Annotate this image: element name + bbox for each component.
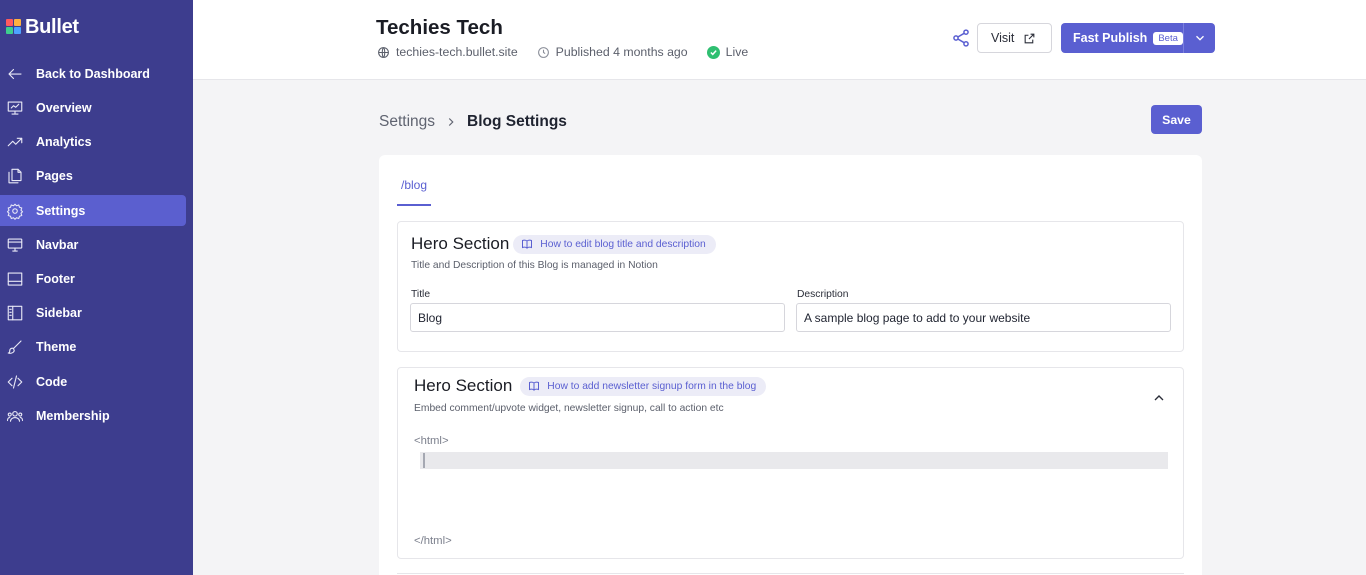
chevron-right-icon: [444, 115, 458, 129]
sidebar-item-label: Code: [36, 374, 68, 389]
sidebar-item-theme[interactable]: Theme: [0, 331, 186, 362]
sidebar: Bullet Back to Dashboard Overview Analyt…: [0, 0, 193, 575]
monitor-icon: [6, 236, 24, 254]
embed-section-title: Hero Section: [414, 376, 513, 395]
book-icon: [522, 239, 533, 249]
bullet-logo[interactable]: Bullet: [6, 16, 79, 38]
users-icon: [6, 407, 24, 425]
help-link-blog-title[interactable]: How to edit blog title and description: [513, 234, 716, 254]
external-link-icon: [1025, 33, 1035, 43]
help-link-label: How to edit blog title and description: [540, 238, 706, 250]
help-link-label: How to add newsletter signup form in the…: [547, 380, 757, 392]
beta-badge: Beta: [1153, 31, 1183, 45]
logo-text: Bullet: [25, 15, 79, 38]
arrow-left-icon: [6, 65, 24, 83]
sidebar-item-back-to-dashboard[interactable]: Back to Dashboard: [0, 58, 186, 89]
sidebar-item-label: Sidebar: [36, 305, 82, 320]
blog-settings-card: /blog Hero Section How to edit blog titl…: [379, 155, 1202, 575]
status-text: Live: [725, 45, 749, 59]
share-button[interactable]: [951, 28, 971, 48]
sidebar-item-label: Settings: [36, 203, 86, 218]
hero-section-header: Hero Section How to edit blog title and …: [411, 234, 716, 254]
clock-icon: [537, 46, 549, 58]
code-close-tag: </html>: [414, 535, 452, 547]
published-text: Published 4 months ago: [555, 45, 688, 59]
top-header: Techies Tech techies-tech.bullet.site Pu…: [193, 0, 1366, 80]
sidebar-item-membership[interactable]: Membership: [0, 400, 186, 431]
save-button[interactable]: Save: [1151, 105, 1202, 134]
breadcrumb-settings[interactable]: Settings: [379, 113, 435, 131]
status-badge: Live: [706, 45, 749, 59]
domain-text: techies-tech.bullet.site: [396, 45, 518, 59]
sidebar-item-label: Analytics: [36, 134, 92, 149]
visit-label: Visit: [991, 31, 1015, 45]
help-link-newsletter[interactable]: How to add newsletter signup form in the…: [520, 376, 767, 396]
footer-icon: [6, 270, 24, 288]
embed-section-subtitle: Embed comment/upvote widget, newsletter …: [414, 403, 724, 414]
site-title: Techies Tech: [376, 16, 503, 39]
publish-dropdown-toggle[interactable]: [1183, 23, 1215, 53]
hero-section-title: Hero Section: [411, 234, 510, 253]
sidebar-item-sidebar[interactable]: Sidebar: [0, 297, 186, 328]
trend-up-icon: [6, 133, 24, 151]
site-domain[interactable]: techies-tech.bullet.site: [377, 45, 518, 59]
sidebar-item-code[interactable]: Code: [0, 366, 186, 397]
hero-section-card: Hero Section How to edit blog title and …: [397, 221, 1184, 352]
sidebar-item-footer[interactable]: Footer: [0, 263, 186, 294]
sidebar-item-label: Pages: [36, 168, 73, 183]
check-circle-icon: [706, 45, 720, 59]
logo-mark-icon: [6, 19, 22, 35]
sidebar-item-navbar[interactable]: Navbar: [0, 229, 186, 260]
sidebar-item-analytics[interactable]: Analytics: [0, 126, 186, 157]
sidebar-item-label: Navbar: [36, 237, 79, 252]
collapse-button[interactable]: [1151, 390, 1167, 406]
code-icon: [6, 373, 24, 391]
breadcrumb: Settings Blog Settings: [379, 113, 567, 131]
page-title: Blog Settings: [467, 113, 567, 130]
publish-label: Fast Publish: [1073, 31, 1148, 45]
sidebar-item-settings[interactable]: Settings: [0, 195, 186, 226]
share-icon: [953, 29, 969, 47]
sidebar-item-label: Membership: [36, 408, 110, 423]
sidebar-item-label: Back to Dashboard: [36, 66, 150, 81]
book-icon: [529, 381, 540, 391]
brush-icon: [6, 338, 24, 356]
sidebar-item-pages[interactable]: Pages: [0, 160, 186, 191]
sidebar-item-label: Theme: [36, 339, 77, 354]
fast-publish-main[interactable]: Fast Publish Beta: [1061, 23, 1183, 53]
tab-blog[interactable]: /blog: [397, 174, 431, 206]
description-field[interactable]: A sample blog page to add to your websit…: [796, 303, 1171, 332]
embed-section-header: Hero Section How to add newsletter signu…: [414, 376, 767, 396]
description-label: Description: [797, 289, 849, 300]
gear-icon: [6, 202, 24, 220]
sidebar-item-label: Overview: [36, 100, 92, 115]
code-open-tag: <html>: [414, 435, 449, 447]
fast-publish-button[interactable]: Fast Publish Beta: [1061, 23, 1215, 53]
pages-icon: [6, 167, 24, 185]
hero-section-subtitle: Title and Description of this Blog is ma…: [411, 260, 658, 271]
globe-icon: [378, 46, 389, 58]
title-field[interactable]: Blog: [410, 303, 785, 332]
presentation-chart-icon: [6, 99, 24, 117]
published-info: Published 4 months ago: [537, 45, 688, 59]
site-meta: techies-tech.bullet.site Published 4 mon…: [377, 45, 767, 59]
embed-section-card: Hero Section How to add newsletter signu…: [397, 367, 1184, 559]
sidebar-item-overview[interactable]: Overview: [0, 92, 186, 123]
sidebar-item-label: Footer: [36, 271, 75, 286]
chevron-down-icon: [1195, 35, 1204, 41]
sidebar-layout-icon: [6, 304, 24, 322]
title-label: Title: [411, 289, 431, 300]
divider: [397, 573, 1184, 574]
text-cursor: [423, 453, 425, 468]
chevron-up-icon: [1154, 395, 1164, 401]
code-editor[interactable]: [420, 452, 1168, 469]
visit-button[interactable]: Visit: [977, 23, 1052, 53]
